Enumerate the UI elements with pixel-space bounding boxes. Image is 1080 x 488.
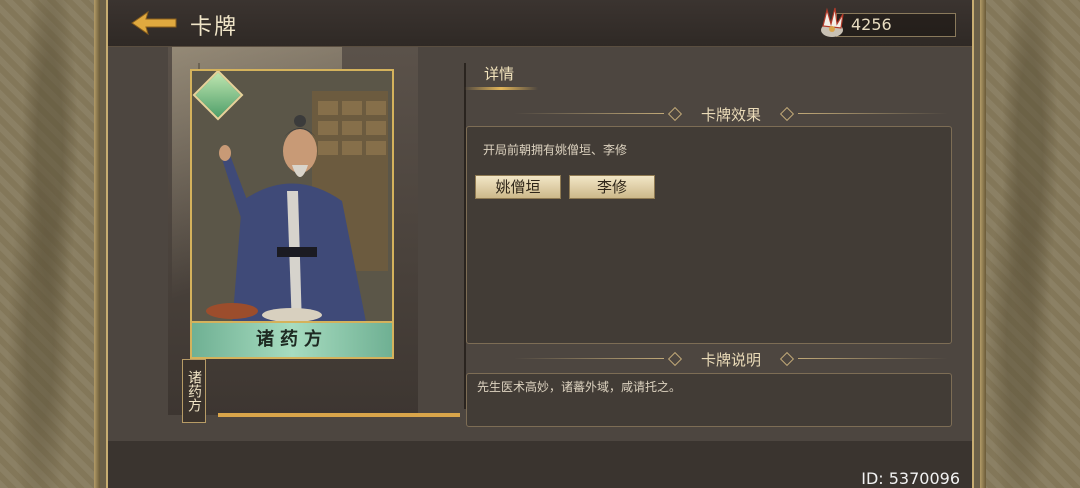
effect-section-header: 卡牌效果 xyxy=(504,103,958,125)
effect-box: 开局前朝拥有姚僧垣、李修 姚僧垣 李修 xyxy=(466,126,952,344)
player-id: ID: 5370096 xyxy=(861,469,960,488)
card-vertical-label: 诸药方 xyxy=(182,359,206,423)
diamond-ornament-icon xyxy=(779,106,795,122)
page-title: 卡牌 xyxy=(190,15,239,40)
back-button[interactable] xyxy=(130,8,178,38)
divider-line xyxy=(798,358,948,359)
tab-detail[interactable]: 详情 xyxy=(464,59,544,93)
chip-li-xiu[interactable]: 李修 xyxy=(569,175,655,199)
card-name-banner: 诸药方 xyxy=(192,321,392,357)
right-decorative-panel xyxy=(980,0,1080,488)
effect-text: 开局前朝拥有姚僧垣、李修 xyxy=(483,143,628,157)
diamond-ornament-icon xyxy=(667,351,683,367)
left-decorative-panel xyxy=(0,0,100,488)
card-progress-fill xyxy=(218,413,460,417)
card-image[interactable]: 诸药方 xyxy=(190,69,394,359)
card-progress-bar xyxy=(218,413,460,417)
main-window: 卡牌 4256 诸药方 诸药方 详情 卡牌效果 开局前朝拥有姚僧垣、李修 姚僧垣… xyxy=(106,0,974,488)
diamond-ornament-icon xyxy=(779,351,795,367)
feather-currency-icon xyxy=(821,7,844,37)
currency-value: 4256 xyxy=(851,15,892,34)
divider-line xyxy=(798,113,948,114)
description-box: 先生医术高妙，诸蕃外域，咸请托之。 xyxy=(466,373,952,427)
diamond-ornament-icon xyxy=(667,106,683,122)
description-section-title: 卡牌说明 xyxy=(700,351,761,369)
tab-detail-label: 详情 xyxy=(484,65,515,83)
bottom-bar: ID: 5370096 xyxy=(108,441,972,488)
content-area: 诸药方 诸药方 详情 卡牌效果 开局前朝拥有姚僧垣、李修 姚僧垣 李修 卡牌说明… xyxy=(108,47,972,441)
top-bar: 卡牌 4256 xyxy=(108,0,972,47)
tab-active-indicator xyxy=(464,87,538,90)
divider-line xyxy=(514,358,664,359)
back-arrow-icon xyxy=(131,10,177,36)
currency-display: 4256 xyxy=(821,7,956,37)
description-text: 先生医术高妙，诸蕃外域，咸请托之。 xyxy=(477,380,682,394)
effect-section-title: 卡牌效果 xyxy=(700,106,761,124)
divider-line xyxy=(514,113,664,114)
card-display-area: 诸药方 诸药方 xyxy=(154,47,466,427)
description-section-header: 卡牌说明 xyxy=(504,348,958,370)
chip-yao-sengyuan[interactable]: 姚僧垣 xyxy=(475,175,561,199)
